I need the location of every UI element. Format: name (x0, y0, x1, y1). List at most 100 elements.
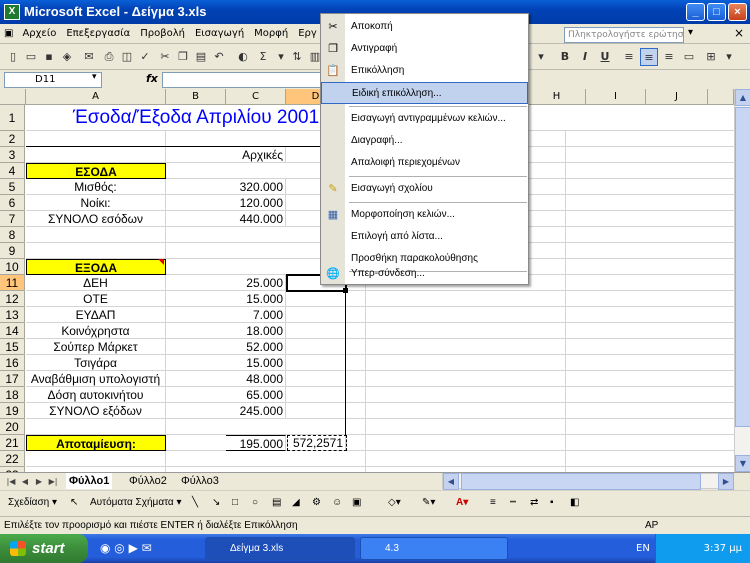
autoshapes-menu[interactable]: Αυτόματα Σχήματα ▾ (90, 497, 181, 508)
scroll-thumb[interactable] (735, 107, 750, 427)
autosum-button[interactable]: Σ (254, 48, 272, 66)
fill-color-icon[interactable]: ◇▾ (388, 497, 401, 508)
line-icon[interactable]: ╲ (192, 497, 198, 508)
print-preview-icon[interactable]: ◫ (118, 48, 136, 66)
close-button[interactable]: × (728, 3, 747, 21)
language-indicator[interactable]: EN (636, 543, 650, 554)
sort-icon[interactable]: ⇅ (288, 48, 306, 66)
ask-dropdown-icon[interactable]: ▾ (688, 27, 693, 38)
row-header[interactable]: 10 (0, 259, 25, 275)
menu-item-paste[interactable]: 📋 Επικόλληση (321, 60, 528, 82)
menu-item-copy[interactable]: ❐ Αντιγραφή (321, 38, 528, 60)
expense-header[interactable]: ΕΞΟΔΑ (26, 259, 166, 275)
row-header[interactable]: 16 (0, 355, 25, 371)
open-icon[interactable]: ▭ (22, 48, 40, 66)
excel-icon[interactable]: X (4, 4, 20, 20)
expense-label[interactable]: Τσιγάρα (26, 355, 166, 371)
borders-dropdown-icon[interactable]: ▾ (720, 48, 738, 66)
taskbar-item-excel[interactable]: Δείγμα 3.xls (205, 537, 355, 560)
menu-item-pick-from-list[interactable]: Επιλογή από λίστα... (321, 226, 528, 248)
row-header[interactable]: 17 (0, 371, 25, 387)
vertical-scrollbar[interactable]: ▲ ▼ (734, 89, 750, 472)
line-style-icon[interactable]: ≡ (490, 497, 496, 508)
column-header-c[interactable]: C (226, 89, 286, 105)
column-header-i[interactable]: I (586, 89, 646, 105)
menu-format[interactable]: Μορφή (249, 24, 293, 44)
scroll-up-icon[interactable]: ▲ (735, 89, 750, 106)
expense-label[interactable]: ΔΕΗ (26, 275, 166, 291)
row-header[interactable]: 19 (0, 403, 25, 419)
row-header[interactable]: 8 (0, 227, 25, 243)
tab-sheet2[interactable]: Φύλλο2 (126, 473, 170, 489)
row-header[interactable]: 5 (0, 179, 25, 195)
clock[interactable]: 3:37 μμ (704, 543, 742, 554)
income-label[interactable]: Νοίκι: (26, 195, 166, 211)
name-box-dropdown-icon[interactable]: ▾ (92, 72, 97, 82)
expense-label[interactable]: Δόση αυτοκινήτου (26, 387, 166, 403)
row-header[interactable]: 20 (0, 419, 25, 435)
quicklaunch-icons[interactable]: ◉ ◎ ▶ ✉ (100, 541, 152, 555)
income-label[interactable]: Μισθός: (26, 179, 166, 195)
savings-value[interactable]: 195.000 (226, 435, 286, 451)
expense-label[interactable]: ΕΥΔΑΠ (26, 307, 166, 323)
expense-label[interactable]: ΟΤΕ (26, 291, 166, 307)
row-header[interactable]: 22 (0, 451, 25, 467)
column-header-b[interactable]: B (166, 89, 226, 105)
expense-value[interactable]: 7.000 (226, 307, 286, 323)
ask-question-input[interactable]: Πληκτρολογήστε ερώτηση (564, 27, 684, 43)
row-header[interactable]: 11 (0, 275, 25, 291)
start-button[interactable]: start (0, 534, 88, 563)
expense-value[interactable]: 25.000 (226, 275, 286, 291)
menu-view[interactable]: Προβολή (135, 24, 190, 44)
undo-icon[interactable]: ↶ (210, 48, 228, 66)
formula-input[interactable] (162, 72, 322, 88)
menu-tools[interactable]: Εργ (293, 24, 322, 44)
align-left-icon[interactable]: ≡ (620, 48, 638, 66)
align-center-icon[interactable]: ≡ (640, 48, 658, 66)
expense-label[interactable]: Κοινόχρηστα (26, 323, 166, 339)
expense-value[interactable]: 48.000 (226, 371, 286, 387)
row-header[interactable]: 4 (0, 163, 25, 179)
row-header[interactable]: 9 (0, 243, 25, 259)
row-header[interactable]: 21 (0, 435, 25, 451)
draw-menu[interactable]: Σχεδίαση ▾ (8, 497, 57, 508)
menu-item-delete[interactable]: Διαγραφή... (321, 130, 528, 152)
menu-insert[interactable]: Εισαγωγή (190, 24, 249, 44)
income-header[interactable]: ΕΣΟΔΑ (26, 163, 166, 179)
menu-item-format-cells[interactable]: ▦ Μορφοποίηση κελιών... (321, 204, 528, 226)
expense-value[interactable]: 65.000 (226, 387, 286, 403)
expense-value[interactable]: 245.000 (226, 403, 286, 419)
header-initial[interactable]: Αρχικές (226, 147, 286, 163)
clipart-icon[interactable]: ☺ (332, 497, 342, 508)
expense-label[interactable]: Αναβάθμιση υπολογιστή (26, 371, 166, 387)
merge-center-icon[interactable]: ▭ (680, 48, 698, 66)
row-header[interactable]: 2 (0, 131, 25, 147)
expense-label[interactable]: Σούπερ Μάρκετ (26, 339, 166, 355)
hyperlink-icon[interactable]: ◐ (234, 48, 252, 66)
menu-item-cut[interactable]: ✂ Αποκοπή (321, 16, 528, 38)
income-value[interactable]: 120.000 (226, 195, 286, 211)
expense-value[interactable]: 18.000 (226, 323, 286, 339)
column-header-k[interactable] (708, 89, 734, 105)
scroll-down-icon[interactable]: ▼ (735, 455, 750, 472)
row-header[interactable]: 15 (0, 339, 25, 355)
income-value[interactable]: 320.000 (226, 179, 286, 195)
fill-handle[interactable] (343, 288, 348, 293)
row-header[interactable]: 12 (0, 291, 25, 307)
row-header[interactable]: 14 (0, 323, 25, 339)
row-header[interactable]: 7 (0, 211, 25, 227)
menu-edit[interactable]: Επεξεργασία (61, 24, 135, 44)
row-header[interactable]: 13 (0, 307, 25, 323)
tab-last-icon[interactable]: ▶| (46, 475, 60, 488)
name-box[interactable]: D11 (4, 72, 102, 88)
h-scroll-thumb[interactable] (461, 473, 701, 490)
copy-icon[interactable]: ❐ (174, 48, 192, 66)
oval-icon[interactable]: ○ (252, 497, 258, 508)
tab-sheet1[interactable]: Φύλλο1 (66, 473, 113, 489)
arrow-icon[interactable]: ↘ (212, 497, 220, 508)
menu-item-insert-copied[interactable]: Εισαγωγή αντιγραμμένων κελιών... (321, 108, 528, 130)
font-color-icon[interactable]: A▾ (456, 497, 468, 508)
menu-item-clear-contents[interactable]: Απαλοιφή περιεχομένων (321, 152, 528, 174)
email-icon[interactable]: ✉ (80, 48, 98, 66)
savings-label[interactable]: Αποταμίευση: (26, 435, 166, 451)
